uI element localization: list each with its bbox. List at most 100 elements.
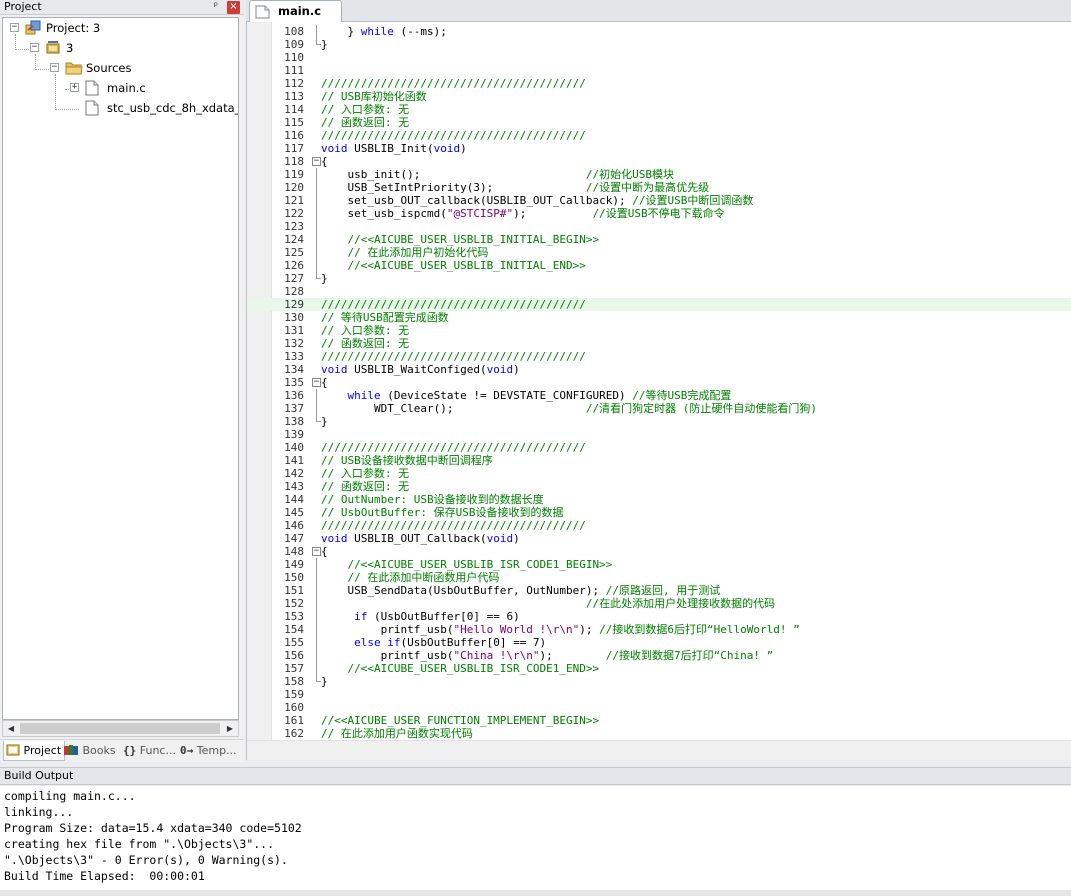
code-line[interactable]: 121 set_usb_OUT_callback(USBLIB_OUT_Call…	[247, 194, 1071, 207]
code-line[interactable]: 117 void USBLIB_Init(void)	[247, 142, 1071, 155]
code-text: //<<AICUBE_USER_USBLIB_ISR_CODE1_END>>	[321, 662, 599, 675]
code-token: "China !\r\n"	[453, 649, 540, 662]
code-line[interactable]: 126 //<<AICUBE_USER_USBLIB_INITIAL_END>>	[247, 259, 1071, 272]
code-token: "@STCISP#"	[446, 207, 514, 220]
code-line[interactable]: 118−{	[247, 155, 1071, 168]
code-line[interactable]: 141 // USB设备接收数据中断回调程序	[247, 454, 1071, 467]
code-line[interactable]: 162 // 在此添加用户函数实现代码	[247, 727, 1071, 740]
code-line[interactable]: 129 /////////////////////////////////////…	[247, 298, 1071, 311]
editor-horizontal-scrollbar[interactable]	[247, 740, 1071, 760]
code-line[interactable]: 131 // 入口参数: 无	[247, 324, 1071, 337]
code-line[interactable]: 150 // 在此添加中断函数用户代码	[247, 571, 1071, 584]
tree-node-file[interactable]: stc_usb_cdc_8h_xdata_bl	[3, 98, 239, 118]
code-line[interactable]: 144 // OutNumber: USB设备接收到的数据长度	[247, 493, 1071, 506]
code-line[interactable]: 146 /////////////////////////////////////…	[247, 519, 1071, 532]
code-line[interactable]: 112 /////////////////////////////////////…	[247, 77, 1071, 90]
code-line[interactable]: 151 USB_SendData(UsbOutBuffer, OutNumber…	[247, 584, 1071, 597]
code-line[interactable]: 155 else if(UsbOutBuffer[0] == 7)	[247, 636, 1071, 649]
code-line[interactable]: 114 // 入口参数: 无	[247, 103, 1071, 116]
expand-toggle[interactable]: +	[70, 83, 79, 92]
code-line[interactable]: 157 //<<AICUBE_USER_USBLIB_ISR_CODE1_END…	[247, 662, 1071, 675]
collapse-toggle[interactable]: −	[30, 43, 39, 52]
pin-icon[interactable]: ᵖ	[214, 0, 218, 14]
code-line[interactable]: 160	[247, 701, 1071, 714]
line-number: 158	[284, 675, 304, 688]
tab-books[interactable]: Books	[63, 741, 116, 761]
code-line[interactable]: 137 WDT_Clear(); //清看门狗定时器 (防止硬件自动使能看门狗)	[247, 402, 1071, 415]
code-line[interactable]: 145 // UsbOutBuffer: 保存USB设备接收到的数据	[247, 506, 1071, 519]
code-line[interactable]: 161 //<<AICUBE_USER_FUNCTION_IMPLEMENT_BE…	[247, 714, 1071, 727]
code-line[interactable]: 124 //<<AICUBE_USER_USBLIB_INITIAL_BEGIN…	[247, 233, 1071, 246]
code-line[interactable]: 147 void USBLIB_OUT_Callback(void)	[247, 532, 1071, 545]
code-line[interactable]: 143 // 函数返回: 无	[247, 480, 1071, 493]
code-line[interactable]: 159	[247, 688, 1071, 701]
tab-functions[interactable]: {} Func...	[123, 741, 176, 761]
code-line[interactable]: 120 USB_SetIntPriority(3); //设置中断为最高优先级	[247, 181, 1071, 194]
code-text: //<<AICUBE_USER_USBLIB_ISR_CODE1_BEGIN>>	[321, 558, 612, 571]
tree-node-target[interactable]: − 3	[3, 38, 233, 58]
code-text: } while (--ms);	[321, 25, 446, 38]
code-line[interactable]: 125 // 在此添加用户初始化代码	[247, 246, 1071, 259]
fold-toggle-icon[interactable]: −	[312, 378, 321, 387]
code-line[interactable]: 132 // 函数返回: 无	[247, 337, 1071, 350]
code-token: // 在此添加用户初始化代码	[321, 246, 489, 259]
code-line[interactable]: 119 usb_init(); //初始化USB模块	[247, 168, 1071, 181]
editor-tab-main-c[interactable]: main.c	[249, 0, 342, 22]
code-line[interactable]: 158}	[247, 675, 1071, 688]
tree-horizontal-scrollbar[interactable]: ◀ ▶	[2, 720, 239, 737]
code-line[interactable]: 128	[247, 285, 1071, 298]
code-line[interactable]: 134 void USBLIB_WaitConfiged(void)	[247, 363, 1071, 376]
code-token: if	[354, 610, 368, 623]
code-line[interactable]: 136 while (DeviceState != DEVSTATE_CONFI…	[247, 389, 1071, 402]
collapse-toggle[interactable]: −	[50, 63, 59, 72]
code-line[interactable]: 122 set_usb_ispcmd("@STCISP#"); //设置USB不…	[247, 207, 1071, 220]
code-line[interactable]: 116 /////////////////////////////////////…	[247, 129, 1071, 142]
code-line[interactable]: 115 // 函数返回: 无	[247, 116, 1071, 129]
code-line[interactable]: 148−{	[247, 545, 1071, 558]
c-file-icon	[255, 5, 270, 19]
fold-toggle-icon[interactable]: −	[312, 157, 321, 166]
build-output-panel[interactable]: compiling main.c... linking... Program Siz…	[0, 786, 1071, 890]
code-line[interactable]: 130 // 等待USB配置完成函数	[247, 311, 1071, 324]
code-line[interactable]: 138}	[247, 415, 1071, 428]
code-line[interactable]: 154 printf_usb("Hello World !\r\n"); //接…	[247, 623, 1071, 636]
code-line[interactable]: 133 /////////////////////////////////////…	[247, 350, 1071, 363]
code-token: void	[433, 142, 461, 155]
tree-node-project[interactable]: − Project: 3	[3, 18, 233, 38]
line-number: 130	[284, 311, 304, 324]
tab-templates[interactable]: 0→ Temp...	[180, 741, 237, 761]
tree-node-sources-group[interactable]: − Sources	[3, 58, 233, 78]
tab-project[interactable]: Project	[3, 741, 66, 761]
code-line[interactable]: 113 // USB库初始化函数	[247, 90, 1071, 103]
tree-node-file[interactable]: + main.c	[3, 78, 233, 98]
code-text: // USB设备接收数据中断回调程序	[321, 454, 493, 467]
code-editor[interactable]: 108 } while (--ms); 109} 110 111 112////////…	[246, 22, 1071, 760]
code-text: ////////////////////////////////////////	[321, 129, 586, 142]
code-line[interactable]: 156 printf_usb("China !\r\n"); //接收到数据7后…	[247, 649, 1071, 662]
code-line[interactable]: 152 //在此处添加用户处理接收数据的代码	[247, 597, 1071, 610]
code-line[interactable]: 140 /////////////////////////////////////…	[247, 441, 1071, 454]
code-line[interactable]: 149 //<<AICUBE_USER_USBLIB_ISR_CODE1_BEG…	[247, 558, 1071, 571]
code-token: // 函数返回: 无	[321, 116, 410, 129]
close-icon[interactable]: ×	[227, 1, 240, 14]
tree-label-file: stc_usb_cdc_8h_xdata_bl	[107, 101, 239, 115]
code-token: )	[460, 142, 467, 155]
code-line[interactable]: 123	[247, 220, 1071, 233]
scroll-right-icon[interactable]: ▶	[222, 721, 238, 736]
collapse-toggle[interactable]: −	[10, 23, 19, 32]
fold-toggle-icon[interactable]: −	[312, 547, 321, 556]
code-line[interactable]: 142 // 入口参数: 无	[247, 467, 1071, 480]
scroll-left-icon[interactable]: ◀	[3, 721, 19, 736]
code-line[interactable]: 139	[247, 428, 1071, 441]
code-token: //<<AICUBE_USER_USBLIB_ISR_CODE1_END>>	[321, 662, 600, 675]
code-line[interactable]: 111	[247, 64, 1071, 77]
code-line[interactable]: 153 if (UsbOutBuffer[0] == 6)	[247, 610, 1071, 623]
bottom-scrollbar[interactable]	[0, 890, 1071, 896]
code-line[interactable]: 109}	[247, 38, 1071, 51]
code-line[interactable]: 108 } while (--ms);	[247, 25, 1071, 38]
code-text: ////////////////////////////////////////	[321, 298, 586, 311]
code-line[interactable]: 135−{	[247, 376, 1071, 389]
code-line[interactable]: 110	[247, 51, 1071, 64]
code-line[interactable]: 127}	[247, 272, 1071, 285]
scrollbar-thumb[interactable]	[20, 723, 220, 734]
